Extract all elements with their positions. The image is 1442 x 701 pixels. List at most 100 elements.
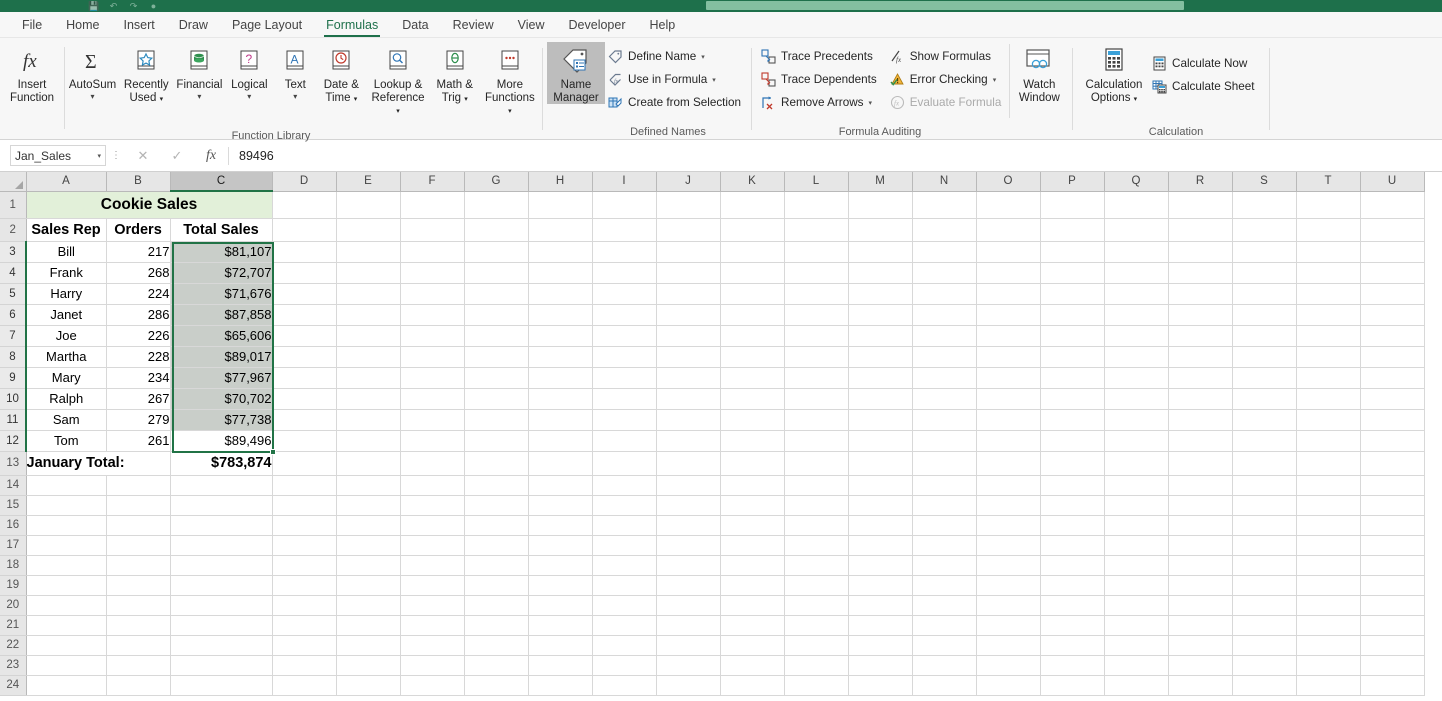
- text-button[interactable]: A Text ▾: [272, 42, 318, 102]
- cell-M23[interactable]: [848, 655, 913, 676]
- cell-R23[interactable]: [1168, 655, 1233, 676]
- select-all-corner[interactable]: [0, 172, 27, 192]
- cell-O3[interactable]: [976, 241, 1041, 263]
- calculation-options-button[interactable]: Calculation Options ▾: [1079, 42, 1149, 106]
- cell-F13[interactable]: [400, 451, 465, 476]
- cell-I9[interactable]: [592, 367, 657, 389]
- cell-C16[interactable]: [170, 515, 273, 536]
- cell-E1[interactable]: [336, 191, 401, 219]
- cell-Q8[interactable]: [1104, 346, 1169, 368]
- cell-I8[interactable]: [592, 346, 657, 368]
- cell-E7[interactable]: [336, 325, 401, 347]
- cell-E22[interactable]: [336, 635, 401, 656]
- cell-L6[interactable]: [784, 304, 849, 326]
- cell-C21[interactable]: [170, 615, 273, 636]
- cell-E16[interactable]: [336, 515, 401, 536]
- cell-I5[interactable]: [592, 283, 657, 305]
- create-from-selection-button[interactable]: Create from Selection: [605, 91, 745, 114]
- cell-J2[interactable]: [656, 218, 721, 242]
- cell-K12[interactable]: [720, 430, 785, 452]
- cell-I6[interactable]: [592, 304, 657, 326]
- cell-O23[interactable]: [976, 655, 1041, 676]
- cell-I10[interactable]: [592, 388, 657, 410]
- cell-N11[interactable]: [912, 409, 977, 431]
- row-header-8[interactable]: 8: [0, 346, 27, 368]
- col-header-O[interactable]: O: [976, 172, 1041, 192]
- calculate-sheet-button[interactable]: Calculate Sheet: [1149, 75, 1259, 98]
- cell-O4[interactable]: [976, 262, 1041, 284]
- cell-R8[interactable]: [1168, 346, 1233, 368]
- cell-M7[interactable]: [848, 325, 913, 347]
- cell-F22[interactable]: [400, 635, 465, 656]
- cell-F8[interactable]: [400, 346, 465, 368]
- row-header-18[interactable]: 18: [0, 555, 27, 576]
- cell-R5[interactable]: [1168, 283, 1233, 305]
- cell-F2[interactable]: [400, 218, 465, 242]
- col-header-D[interactable]: D: [272, 172, 337, 192]
- chevron-down-icon[interactable]: ▾: [993, 76, 997, 84]
- cell-H14[interactable]: [528, 475, 593, 496]
- cell-S15[interactable]: [1232, 495, 1297, 516]
- lookup-reference-button[interactable]: Lookup & Reference ▾: [364, 42, 431, 119]
- cell-T8[interactable]: [1296, 346, 1361, 368]
- cell-B18[interactable]: [106, 555, 171, 576]
- cell-N14[interactable]: [912, 475, 977, 496]
- cell-I11[interactable]: [592, 409, 657, 431]
- cell-I21[interactable]: [592, 615, 657, 636]
- cell-A22[interactable]: [26, 635, 107, 656]
- cell-A3-rep[interactable]: Bill: [26, 241, 107, 263]
- cell-D8[interactable]: [272, 346, 337, 368]
- use-in-formula-button[interactable]: fx Use in Formula ▾: [605, 68, 745, 91]
- cell-Q13[interactable]: [1104, 451, 1169, 476]
- cell-S1[interactable]: [1232, 191, 1297, 219]
- cell-N1[interactable]: [912, 191, 977, 219]
- cell-J14[interactable]: [656, 475, 721, 496]
- cell-T4[interactable]: [1296, 262, 1361, 284]
- cell-S23[interactable]: [1232, 655, 1297, 676]
- row-header-24[interactable]: 24: [0, 675, 27, 696]
- cell-B8-orders[interactable]: 228: [106, 346, 171, 368]
- cell-C23[interactable]: [170, 655, 273, 676]
- math-trig-button[interactable]: Math & Trig ▾: [432, 42, 478, 106]
- cell-O6[interactable]: [976, 304, 1041, 326]
- cell-Q24[interactable]: [1104, 675, 1169, 696]
- cell-C5-total[interactable]: $71,676: [170, 283, 273, 305]
- cell-G9[interactable]: [464, 367, 529, 389]
- cell-G18[interactable]: [464, 555, 529, 576]
- cell-E8[interactable]: [336, 346, 401, 368]
- cell-L9[interactable]: [784, 367, 849, 389]
- chevron-down-icon[interactable]: ▾: [701, 53, 705, 61]
- cell-U11[interactable]: [1360, 409, 1425, 431]
- cell-H21[interactable]: [528, 615, 593, 636]
- cell-S5[interactable]: [1232, 283, 1297, 305]
- cell-N21[interactable]: [912, 615, 977, 636]
- chevron-down-icon[interactable]: ▾: [97, 152, 101, 160]
- cell-B22[interactable]: [106, 635, 171, 656]
- cell-J19[interactable]: [656, 575, 721, 596]
- cell-B3-orders[interactable]: 217: [106, 241, 171, 263]
- cell-Q2[interactable]: [1104, 218, 1169, 242]
- cell-R19[interactable]: [1168, 575, 1233, 596]
- cell-P5[interactable]: [1040, 283, 1105, 305]
- cell-E24[interactable]: [336, 675, 401, 696]
- cell-M19[interactable]: [848, 575, 913, 596]
- cell-D5[interactable]: [272, 283, 337, 305]
- cell-M3[interactable]: [848, 241, 913, 263]
- cell-N23[interactable]: [912, 655, 977, 676]
- cell-O1[interactable]: [976, 191, 1041, 219]
- col-header-Q[interactable]: Q: [1104, 172, 1169, 192]
- col-header-L[interactable]: L: [784, 172, 849, 192]
- cell-R1[interactable]: [1168, 191, 1233, 219]
- cell-U12[interactable]: [1360, 430, 1425, 452]
- cell-N6[interactable]: [912, 304, 977, 326]
- quick-access-toolbar[interactable]: 💾 ↶ ↷ ●: [88, 0, 159, 12]
- cell-M6[interactable]: [848, 304, 913, 326]
- cell-A1-title[interactable]: Cookie Sales: [26, 191, 273, 219]
- cell-I4[interactable]: [592, 262, 657, 284]
- chevron-down-icon[interactable]: ▾: [160, 96, 164, 103]
- cell-T6[interactable]: [1296, 304, 1361, 326]
- cell-Q4[interactable]: [1104, 262, 1169, 284]
- cell-H4[interactable]: [528, 262, 593, 284]
- cell-T24[interactable]: [1296, 675, 1361, 696]
- cell-Q1[interactable]: [1104, 191, 1169, 219]
